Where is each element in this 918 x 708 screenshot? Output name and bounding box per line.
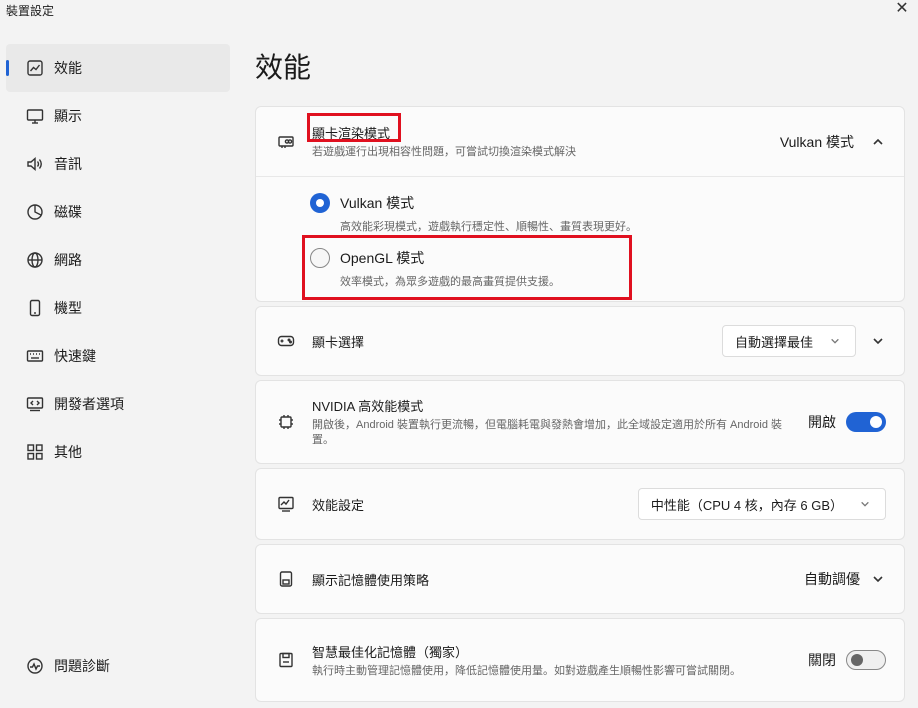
display-memory-card: 顯示記憶體使用策略 自動調優 (255, 544, 905, 614)
grid-icon (26, 443, 44, 461)
nvidia-toggle[interactable] (846, 412, 886, 432)
highlight-render-mode-title (307, 113, 401, 142)
sidebar-item-display[interactable]: 顯示 (6, 92, 230, 140)
chevron-down-icon[interactable] (870, 571, 886, 587)
nvidia-card: NVIDIA 高效能模式 開啟後，Android 裝置執行更流暢，但電腦耗電與發… (255, 380, 905, 464)
chevron-down-icon (827, 333, 843, 349)
smart-memory-title: 智慧最佳化記憶體（獨家） (312, 644, 469, 660)
sidebar-item-diagnostics[interactable]: 問題診斷 (6, 642, 230, 690)
expand-chevron-icon[interactable] (870, 333, 886, 349)
sidebar-item-device-model[interactable]: 機型 (6, 284, 230, 332)
performance-chart-icon (26, 59, 44, 77)
sidebar-item-label: 音訊 (54, 156, 82, 172)
sidebar-item-label: 磁碟 (54, 204, 82, 220)
monitor-icon (26, 107, 44, 125)
gamepad-icon (276, 331, 296, 351)
gpu-card-icon (276, 132, 296, 152)
memory-icon (276, 569, 296, 589)
highlight-opengl-option (302, 235, 632, 300)
sidebar-item-audio[interactable]: 音訊 (6, 140, 230, 188)
smart-memory-state-label: 關閉 (808, 652, 836, 668)
sidebar-bottom: 問題診斷 (6, 642, 230, 690)
performance-monitor-icon (276, 494, 296, 514)
display-memory-value: 自動調優 (804, 571, 860, 587)
sidebar-item-developer[interactable]: 開發者選項 (6, 380, 230, 428)
gpu-select-title: 顯卡選擇 (312, 334, 365, 350)
perf-setting-value: 中性能（CPU 4 核，內存 6 GB） (650, 497, 843, 513)
sidebar-item-label: 其他 (54, 444, 82, 460)
sidebar: 效能 顯示 音訊 磁碟 網路 機型 快速鍵 開發者選項 其他 (6, 44, 230, 476)
window-title: 裝置設定 (6, 4, 55, 18)
gpu-select-dropdown[interactable]: 自動選擇最佳 (721, 325, 856, 357)
chevron-up-icon[interactable] (870, 134, 886, 150)
smart-memory-row: 智慧最佳化記憶體（獨家） 執行時主動管理記憶體使用，降低記憶體使用量。如對遊戲產… (256, 619, 904, 701)
gpu-select-card: 顯卡選擇 自動選擇最佳 (255, 306, 905, 376)
display-memory-title: 顯示記憶體使用策略 (312, 572, 430, 588)
disk-pie-icon (26, 203, 44, 221)
nvidia-subtitle: 開啟後，Android 裝置執行更流暢，但電腦耗電與發熱會增加，此全域設定適用於… (312, 419, 782, 446)
smart-memory-card: 智慧最佳化記憶體（獨家） 執行時主動管理記憶體使用，降低記憶體使用量。如對遊戲產… (255, 618, 905, 702)
diagnostics-icon (26, 657, 44, 675)
page-title: 效能 (255, 52, 312, 83)
sidebar-item-label: 開發者選項 (54, 396, 124, 412)
smart-memory-subtitle: 執行時主動管理記憶體使用，降低記憶體使用量。如對遊戲產生順暢性影響可嘗試關閉。 (312, 664, 741, 677)
sidebar-item-label: 網路 (54, 252, 82, 268)
gpu-select-value: 自動選擇最佳 (734, 334, 813, 350)
developer-icon (26, 395, 44, 413)
render-mode-value: Vulkan 模式 (779, 133, 854, 150)
vulkan-option-desc: 高效能彩現模式，遊戲執行穩定性、順暢性、畫質表現更好。 (340, 221, 637, 233)
sidebar-item-performance[interactable]: 效能 (6, 44, 230, 92)
perf-setting-row: 效能設定 中性能（CPU 4 核，內存 6 GB） (256, 469, 904, 539)
speaker-icon (26, 155, 44, 173)
close-button[interactable]: ✕ (892, 0, 912, 20)
sidebar-item-label: 效能 (54, 60, 82, 76)
vulkan-radio[interactable] (310, 193, 330, 213)
nvidia-row: NVIDIA 高效能模式 開啟後，Android 裝置執行更流暢，但電腦耗電與發… (256, 381, 904, 463)
chevron-down-icon (857, 496, 873, 512)
save-memory-icon (276, 650, 296, 670)
sidebar-item-shortcuts[interactable]: 快速鍵 (6, 332, 230, 380)
nvidia-state-label: 開啟 (808, 414, 836, 430)
display-memory-row[interactable]: 顯示記憶體使用策略 自動調優 (256, 545, 904, 613)
chip-icon (276, 412, 296, 432)
perf-setting-card: 效能設定 中性能（CPU 4 核，內存 6 GB） (255, 468, 905, 540)
perf-setting-title: 效能設定 (312, 497, 365, 513)
smart-memory-toggle[interactable] (846, 650, 886, 670)
sidebar-item-label: 顯示 (54, 108, 82, 124)
sidebar-item-label: 機型 (54, 300, 82, 316)
globe-icon (26, 251, 44, 269)
vulkan-option[interactable]: Vulkan 模式 高效能彩現模式，遊戲執行穩定性、順暢性、畫質表現更好。 (310, 193, 637, 234)
phone-icon (26, 299, 44, 317)
keyboard-icon (26, 347, 44, 365)
vulkan-option-label: Vulkan 模式 (340, 195, 415, 211)
sidebar-item-other[interactable]: 其他 (6, 428, 230, 476)
sidebar-item-network[interactable]: 網路 (6, 236, 230, 284)
perf-setting-dropdown[interactable]: 中性能（CPU 4 核，內存 6 GB） (637, 488, 886, 520)
sidebar-item-disk[interactable]: 磁碟 (6, 188, 230, 236)
gpu-select-row: 顯卡選擇 自動選擇最佳 (256, 307, 904, 375)
nvidia-title: NVIDIA 高效能模式 (312, 399, 424, 414)
sidebar-item-label: 快速鍵 (54, 348, 96, 364)
sidebar-item-label: 問題診斷 (54, 658, 110, 674)
render-mode-subtitle: 若遊戲運行出現相容性問題，可嘗試切換渲染模式解決 (312, 146, 576, 158)
